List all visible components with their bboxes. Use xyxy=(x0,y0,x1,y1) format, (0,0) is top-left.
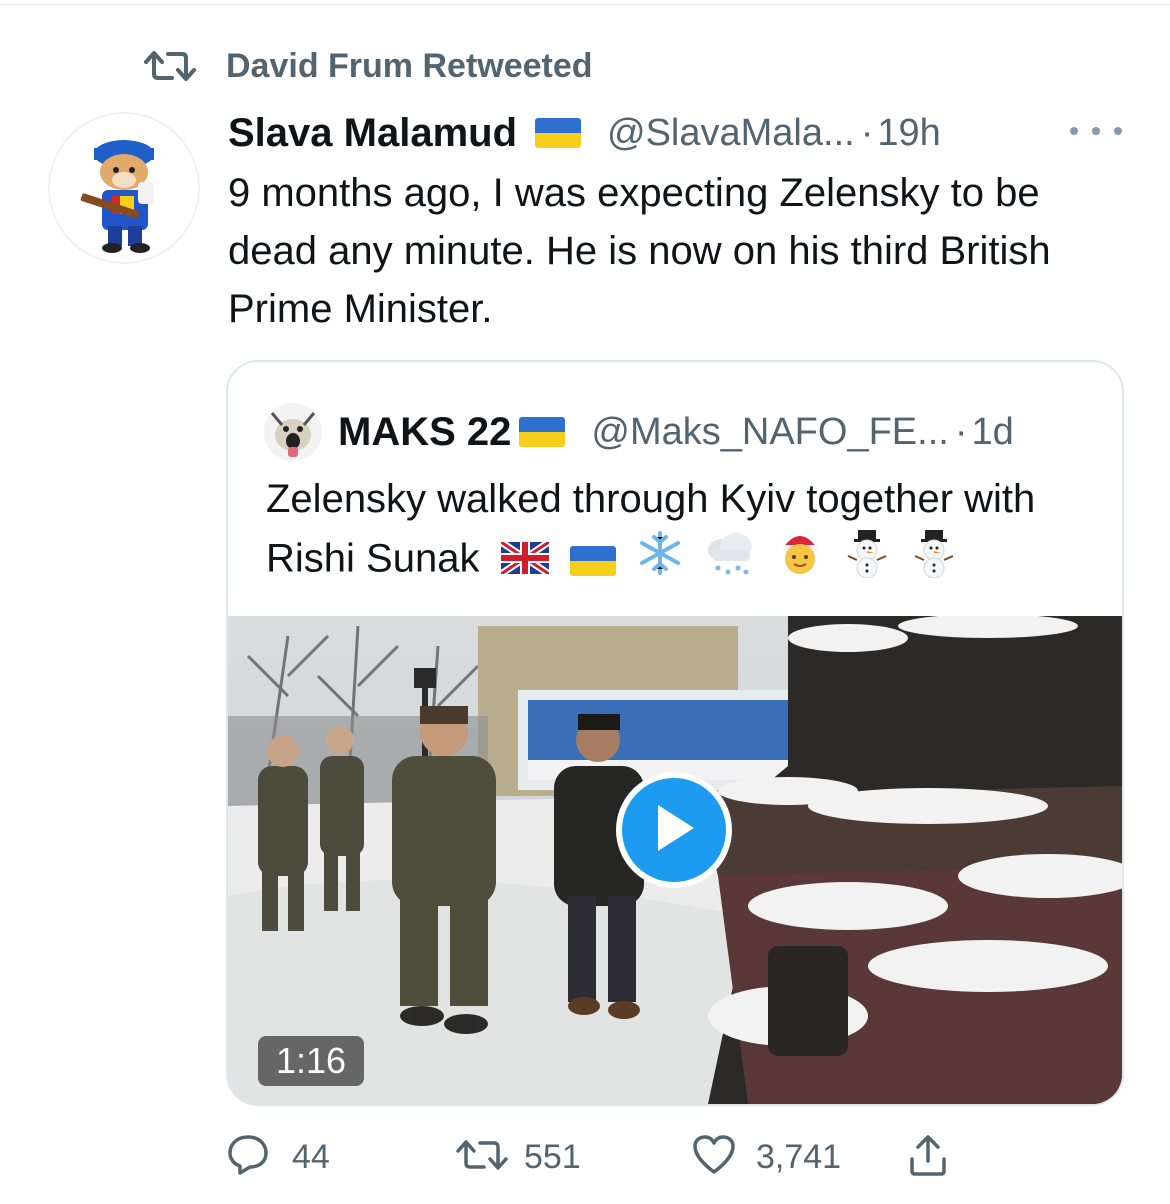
uk-flag-icon xyxy=(498,532,551,590)
tweet-header: Slava Malamud @SlavaMala... · 19h xyxy=(228,106,1148,160)
share-icon xyxy=(908,1133,948,1182)
retweet-banner-text: David Frum Retweeted xyxy=(226,46,593,85)
play-icon xyxy=(652,803,696,858)
ukraine-flag-icon xyxy=(535,118,582,148)
quoted-tweet-header: MAKS 22 @Maks_NAFO_FE... · 1d xyxy=(264,403,1014,461)
quoted-tweet-time: 1d xyxy=(971,410,1014,453)
more-icon[interactable] xyxy=(1070,118,1122,144)
retweet-banner[interactable]: David Frum Retweeted xyxy=(142,44,593,88)
video-player[interactable]: 1:16 xyxy=(228,616,1122,1104)
separator-dot: · xyxy=(860,111,874,154)
share-button[interactable] xyxy=(908,1132,948,1182)
retweet-button[interactable]: 551 xyxy=(454,1132,581,1182)
tweet-time[interactable]: 19h xyxy=(877,112,940,155)
ukraine-flag-icon xyxy=(519,417,566,447)
reply-icon xyxy=(226,1133,270,1182)
reply-count: 44 xyxy=(292,1137,330,1176)
retweet-icon xyxy=(142,46,202,86)
like-count: 3,741 xyxy=(756,1137,842,1176)
quoted-author-handle: @Maks_NAFO_FE... xyxy=(591,410,949,453)
separator-dot: · xyxy=(954,410,968,453)
reply-button[interactable]: 44 xyxy=(226,1132,330,1182)
author-handle[interactable]: @SlavaMala... xyxy=(607,112,855,155)
ukraine-flag-icon xyxy=(569,546,616,576)
retweet-icon xyxy=(454,1137,510,1178)
snowman-icon xyxy=(911,528,957,594)
mrs-claus-icon xyxy=(777,530,823,592)
snowflake-icon xyxy=(637,530,683,592)
quoted-tweet[interactable]: MAKS 22 @Maks_NAFO_FE... · 1d Zelensky w… xyxy=(226,360,1124,1106)
author-avatar[interactable] xyxy=(48,112,200,264)
heart-icon xyxy=(692,1134,736,1181)
cloud-with-snow-icon xyxy=(704,530,756,592)
play-button[interactable] xyxy=(616,772,732,888)
retweet-count: 551 xyxy=(524,1137,581,1176)
quoted-author-name: MAKS 22 xyxy=(338,409,512,454)
tweet-actions: 44 551 3,741 xyxy=(226,1132,1026,1182)
tweet-text: 9 months ago, I was expecting Zelensky t… xyxy=(228,171,1051,331)
author-name[interactable]: Slava Malamud xyxy=(228,111,517,156)
like-button[interactable]: 3,741 xyxy=(692,1132,841,1182)
video-duration: 1:16 xyxy=(258,1036,364,1086)
quoted-tweet-text-block: Zelensky walked through Kyiv together wi… xyxy=(266,470,1086,594)
snowman-icon xyxy=(844,528,890,594)
quoted-author-avatar xyxy=(264,403,322,461)
top-divider xyxy=(0,4,1170,5)
